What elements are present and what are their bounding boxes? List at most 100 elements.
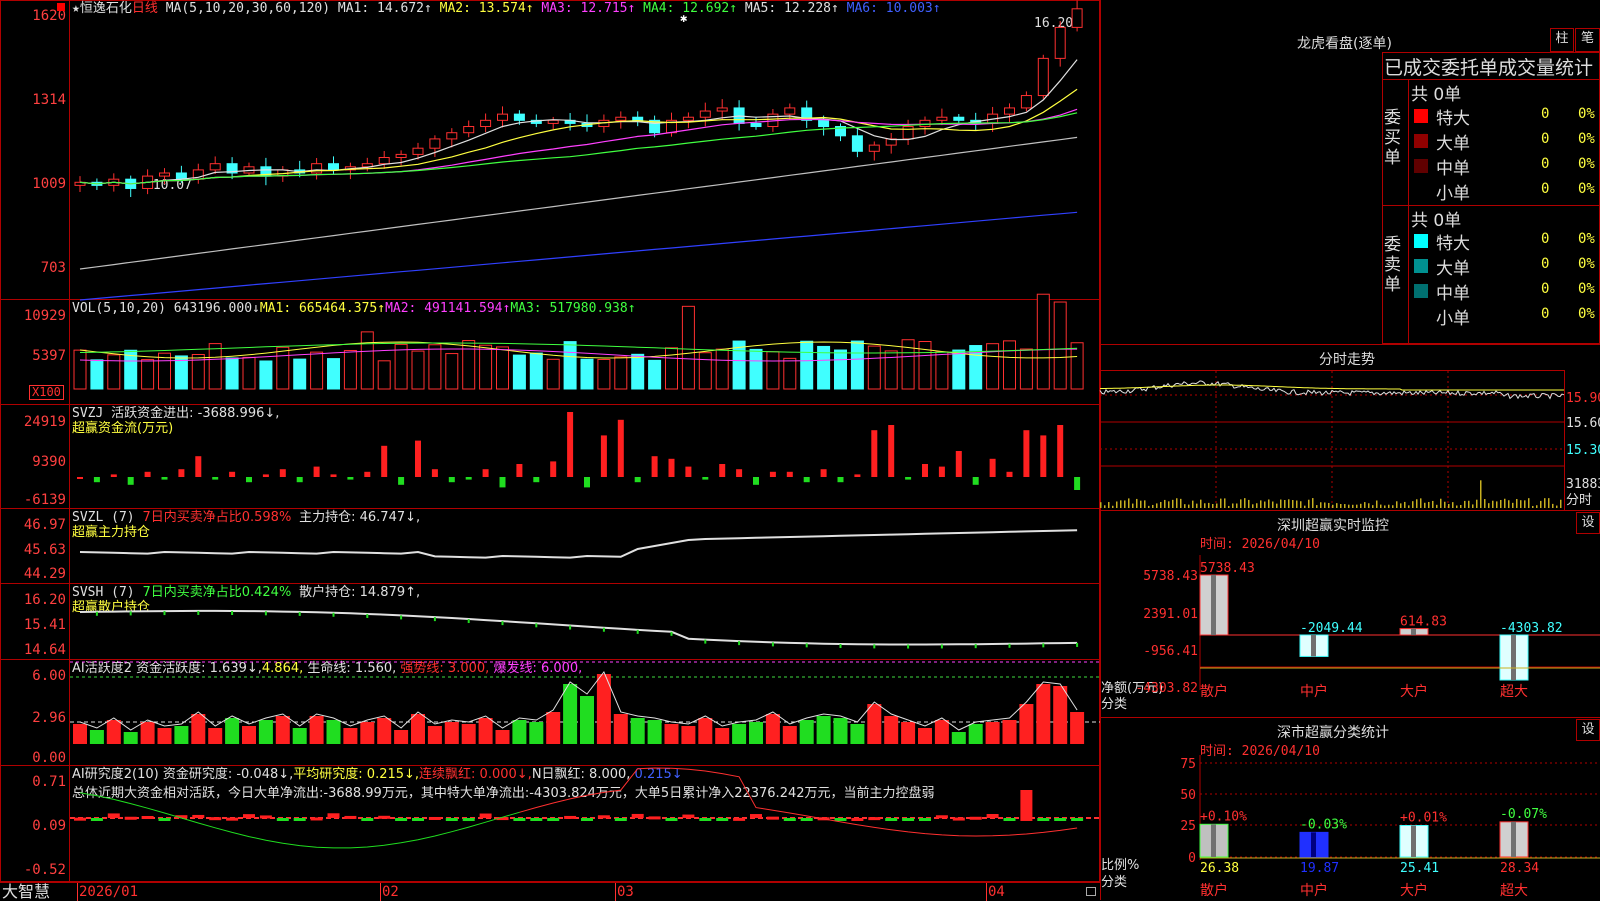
svsh-chart[interactable] [70,584,1100,660]
fs-unit: 分时 [1566,493,1593,508]
sz-settings-button[interactable]: 设 [1576,512,1600,534]
x-tick-mark [77,883,78,901]
flow-bar [77,477,83,479]
tick-view-button[interactable]: 笔 [1575,28,1600,52]
flow-bar [905,477,912,480]
activity-bar [918,728,932,744]
activity-bar [563,684,578,744]
research-bar [902,818,915,821]
research-bar [935,815,948,819]
order-size-label: 小单 [1436,309,1470,329]
flow-bar [600,435,607,477]
activity-bar [89,730,104,744]
candle-body [919,119,931,128]
category-label: 大户 [1400,882,1428,899]
fs-vol-bar [1468,500,1470,508]
fs-vol-bar [1408,505,1410,508]
fs-vol-bar [1144,500,1146,508]
candlestick-chart[interactable]: ✱ [70,0,1100,301]
activity-bar [681,726,696,744]
y-tick: 14.64 [23,642,66,658]
tab-volume-stats[interactable]: 成交量统计 [1498,57,1593,79]
volume-bar [208,343,222,390]
fs-vol-bar [1556,505,1558,508]
research-bar [800,818,813,821]
research-bar [530,818,543,821]
x-tick-mark [380,883,381,901]
lock-icon[interactable] [1086,887,1096,896]
volume-bar [293,358,307,390]
sz-time: 时间: 2026/04/10 [1200,537,1320,552]
research-bar [766,816,779,820]
ai-activity-chart[interactable] [70,660,1100,766]
flow-bar [888,425,895,477]
bar-change: -0.03% [1300,817,1347,832]
volume-bar [665,347,678,390]
research-bar [969,816,982,820]
candle-body [513,113,525,121]
research-bar [564,815,577,819]
tick-mark [636,629,639,634]
intraday-chart[interactable] [1099,371,1565,510]
fl-settings-button[interactable]: 设 [1576,719,1600,741]
fs-vol-bar [1460,505,1462,508]
fs-vol-bar [1108,502,1110,508]
activity-bar [157,728,172,744]
fs-vol-bar [1112,505,1114,508]
volume-bar [884,350,898,390]
sz-net-chart[interactable]: 5738.43 2391.01 -956.41 -4303.82 5738.43 散户 -2… [1100,555,1600,715]
sell-side-label: 委卖单 [1384,235,1401,295]
flow-bar [229,471,236,477]
fl-ratio-chart[interactable]: 75 50 25 0 +0.10% 26.38 散户 -0.03% 19.87 中户 +0.01% 2… [1100,755,1600,900]
activity-bar [833,718,848,744]
flow-bar [803,477,810,483]
fs-vol-bar [1104,505,1106,508]
flow-bar [93,477,100,483]
ai-research-chart[interactable] [70,766,1100,882]
flow-bar [989,458,996,477]
flow-bar [313,466,320,477]
tab-orders[interactable]: 委托单 [1441,57,1498,79]
category-label: 中户 [1300,683,1328,700]
activity-bar [934,720,949,744]
flow-bar [719,464,726,477]
flow-bar [820,469,827,477]
fs-vol-bar [1204,503,1206,508]
volume-bar [1019,348,1033,390]
flow-bar [854,474,861,477]
svzj-chart[interactable] [70,405,1100,509]
activity-bar [630,718,645,744]
research-bar [74,817,86,821]
ma5-line [79,136,1078,270]
order-pct: 0% [1578,306,1595,322]
fs-vol-bar [1264,501,1266,508]
lhb-title: 龙虎看盘(逐单) [1297,36,1392,52]
fs-vol-bar [1120,500,1122,508]
research-bar [395,818,408,821]
bar-value: 28.34 [1500,861,1539,876]
legend-swatch [1414,184,1428,198]
bar-change: -0.07% [1500,807,1547,822]
svzl-chart[interactable] [70,509,1100,584]
research-bar [919,818,931,821]
order-count: 0 [1541,281,1550,297]
research-bar [310,817,323,821]
bar-view-button[interactable]: 柱 [1550,28,1574,52]
activity-bar [123,732,138,744]
candle-body [615,116,627,121]
fs-vol-bar [1484,499,1486,508]
flow-bar [161,477,168,480]
research-bar [885,818,898,821]
order-count: 0 [1541,306,1550,322]
volume-bar [1003,340,1016,390]
flow-bar [364,471,371,477]
order-size-label: 大单 [1436,259,1470,279]
tab-executed[interactable]: 已成交 [1384,57,1441,79]
tick-mark [433,617,436,622]
candle-body [902,126,914,140]
volume-chart[interactable] [70,293,1100,405]
category-label: 大户 [1400,683,1428,700]
flow-bar [246,477,252,483]
close-icon[interactable] [57,3,65,11]
order-count: 0 [1541,181,1550,197]
